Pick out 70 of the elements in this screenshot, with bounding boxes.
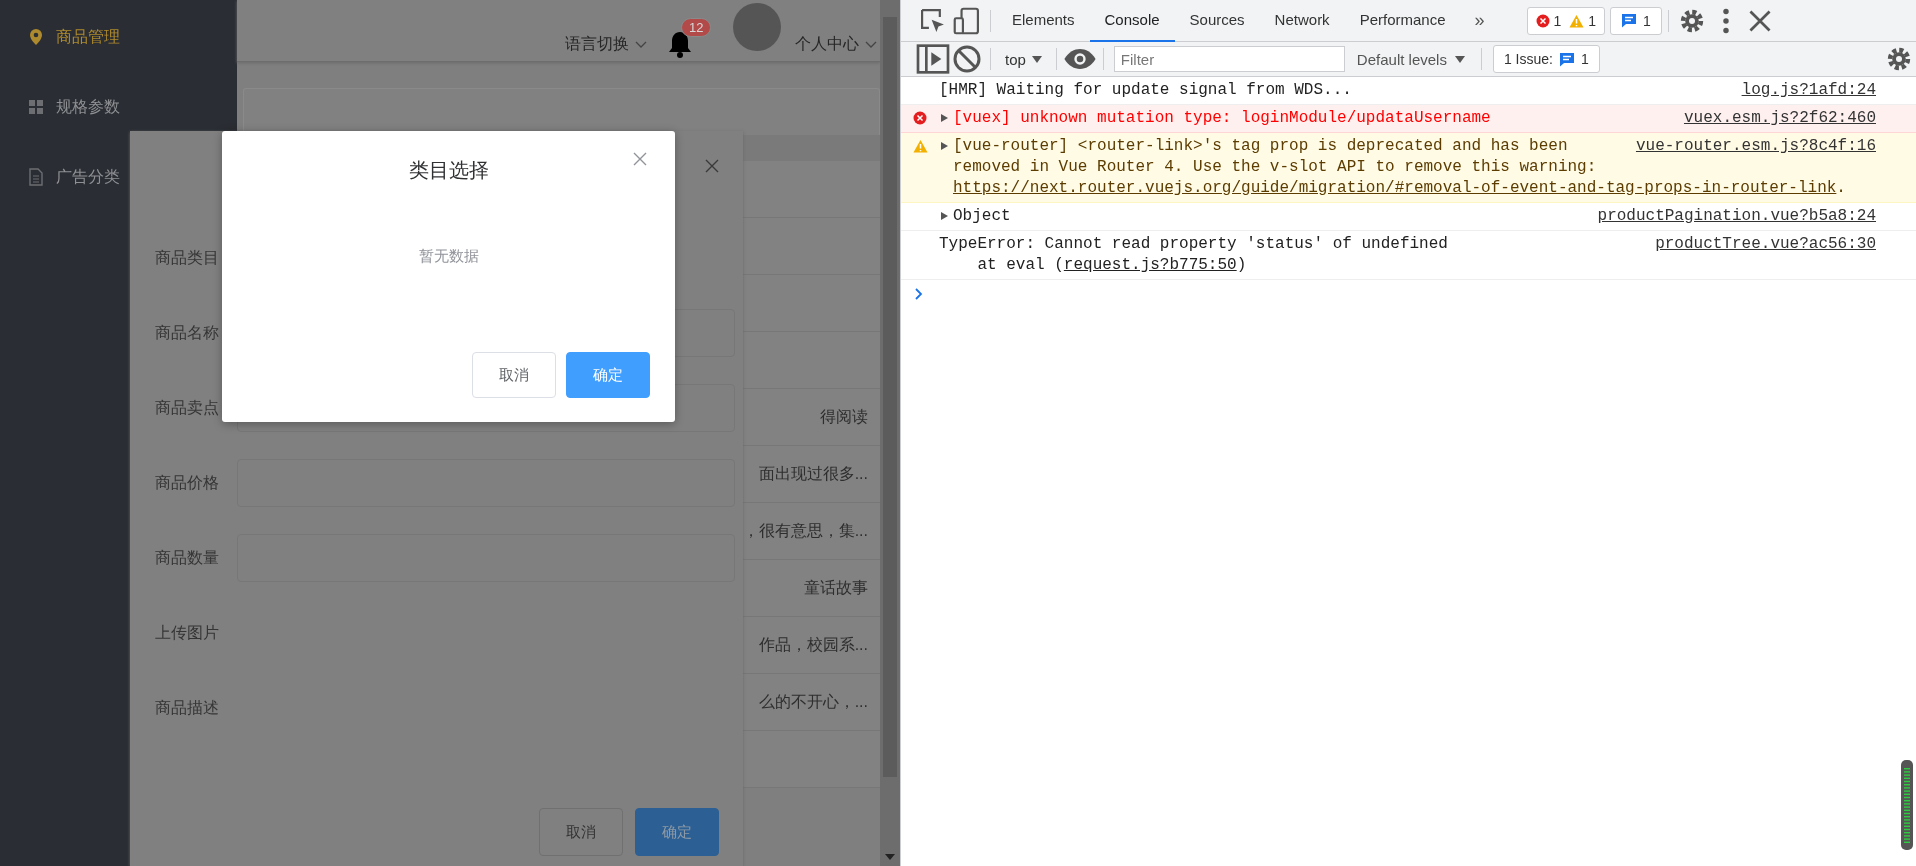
error-icon — [1535, 13, 1550, 28]
form-label: 上传图片 — [155, 622, 220, 643]
issues-label: 1 Issue: — [1503, 51, 1553, 67]
language-dropdown[interactable]: 语言切换 — [565, 34, 647, 55]
message-icon — [1558, 51, 1575, 67]
form-label: 商品类目 — [155, 247, 220, 268]
devtools-tab[interactable]: Elements — [997, 0, 1090, 42]
cancel-button[interactable]: 取消 — [472, 352, 556, 398]
user-dropdown[interactable]: 个人中心 — [795, 34, 877, 55]
caret-down-icon — [1454, 55, 1465, 63]
form-label: 商品名称 — [155, 322, 220, 343]
more-tabs-button[interactable]: » — [1460, 10, 1499, 31]
source-link[interactable]: productPagination.vue?b5a8:24 — [1597, 206, 1876, 227]
context-dropdown[interactable]: top — [997, 50, 1050, 68]
console-message: TypeError: Cannot read property 'status' of undefined — [939, 234, 1449, 255]
bell-icon[interactable] — [667, 30, 693, 58]
sidebar-toggle-icon[interactable] — [916, 44, 950, 74]
warning-icon — [912, 139, 928, 153]
console-message: [vue-router] <router-link>'s tag prop is deprecated and has been removed in Vue Router 4. Use the v-slot API to remove this warning: — [953, 136, 1598, 178]
sidebar-item[interactable]: 广告分类 — [0, 142, 237, 212]
scrollbar[interactable] — [880, 0, 900, 866]
devtools-tab[interactable]: Network — [1259, 0, 1345, 42]
source-link[interactable]: vuex.esm.js?2f62:460 — [1683, 108, 1876, 129]
message-icon — [1621, 13, 1638, 28]
warning-icon — [1569, 13, 1585, 28]
source-link[interactable]: vue-router.esm.js?8c4f:16 — [1635, 136, 1876, 157]
console-message: [vuex] unknown mutation type: loginModule/updataUsername — [953, 108, 1492, 129]
form-label: 商品数量 — [155, 547, 220, 568]
caret-down-icon — [1031, 55, 1042, 63]
empty-text: 暂无数据 — [418, 247, 479, 266]
issues-count: 1 — [1580, 51, 1589, 67]
expand-triangle-icon[interactable] — [941, 114, 948, 122]
prompt-chevron-icon[interactable] — [915, 288, 923, 300]
chevron-down-icon — [865, 40, 877, 49]
url-link[interactable]: request.js?b775:50 — [1063, 256, 1237, 274]
notification-badge: 12 — [681, 18, 712, 37]
log-levels-dropdown[interactable]: Default levels — [1344, 50, 1475, 68]
console-message: Object — [953, 206, 1012, 227]
console-message: [HMR] Waiting for update signal from WDS... — [939, 80, 1353, 101]
expand-triangle-icon[interactable] — [941, 142, 948, 150]
devtools-tab[interactable]: Performance — [1344, 0, 1461, 42]
filter-input[interactable]: Filter — [1113, 46, 1345, 72]
scroll-down-arrow-icon[interactable] — [885, 854, 895, 860]
document-icon — [28, 168, 44, 186]
dialog-title: 类目选择 — [408, 158, 489, 183]
sidebar-item[interactable]: 商品管理 — [0, 2, 237, 72]
error-icon — [913, 111, 927, 125]
warning-count: 1 — [1588, 12, 1597, 29]
form-label: 商品价格 — [155, 472, 220, 493]
error-warning-counter[interactable]: 1 1 — [1526, 6, 1606, 35]
grid-icon — [28, 99, 44, 115]
source-link[interactable]: log.js?1afd:24 — [1741, 80, 1876, 101]
location-pin-icon — [28, 28, 44, 46]
source-link[interactable]: productTree.vue?ac56:30 — [1655, 234, 1876, 255]
close-icon[interactable] — [705, 159, 719, 173]
level-meter-icon — [1901, 760, 1913, 850]
url-link[interactable]: https://next.router.vuejs.org/guide/migration/#removal-of-event-and-tag-props-in-router-link — [953, 179, 1837, 197]
stack-trace-line: at eval (request.js?b775:50) — [976, 255, 1247, 276]
message-count: 1 — [1643, 12, 1651, 29]
expand-triangle-icon[interactable] — [941, 212, 948, 220]
message-link-line: https://next.router.vuejs.org/guide/migration/#removal-of-event-and-tag-props-in-router-link. — [952, 178, 1846, 199]
devtools-tab[interactable]: Sources — [1174, 0, 1260, 42]
error-count: 1 — [1553, 12, 1562, 29]
sidebar-item[interactable]: 规格参数 — [0, 72, 237, 142]
form-label: 商品描述 — [155, 697, 220, 718]
chevron-down-icon — [635, 40, 647, 49]
form-label: 商品卖点 — [155, 397, 220, 418]
close-icon[interactable] — [633, 152, 647, 166]
issues-button[interactable]: 1 Issue: 1 — [1492, 45, 1600, 73]
message-counter[interactable]: 1 — [1610, 6, 1662, 35]
